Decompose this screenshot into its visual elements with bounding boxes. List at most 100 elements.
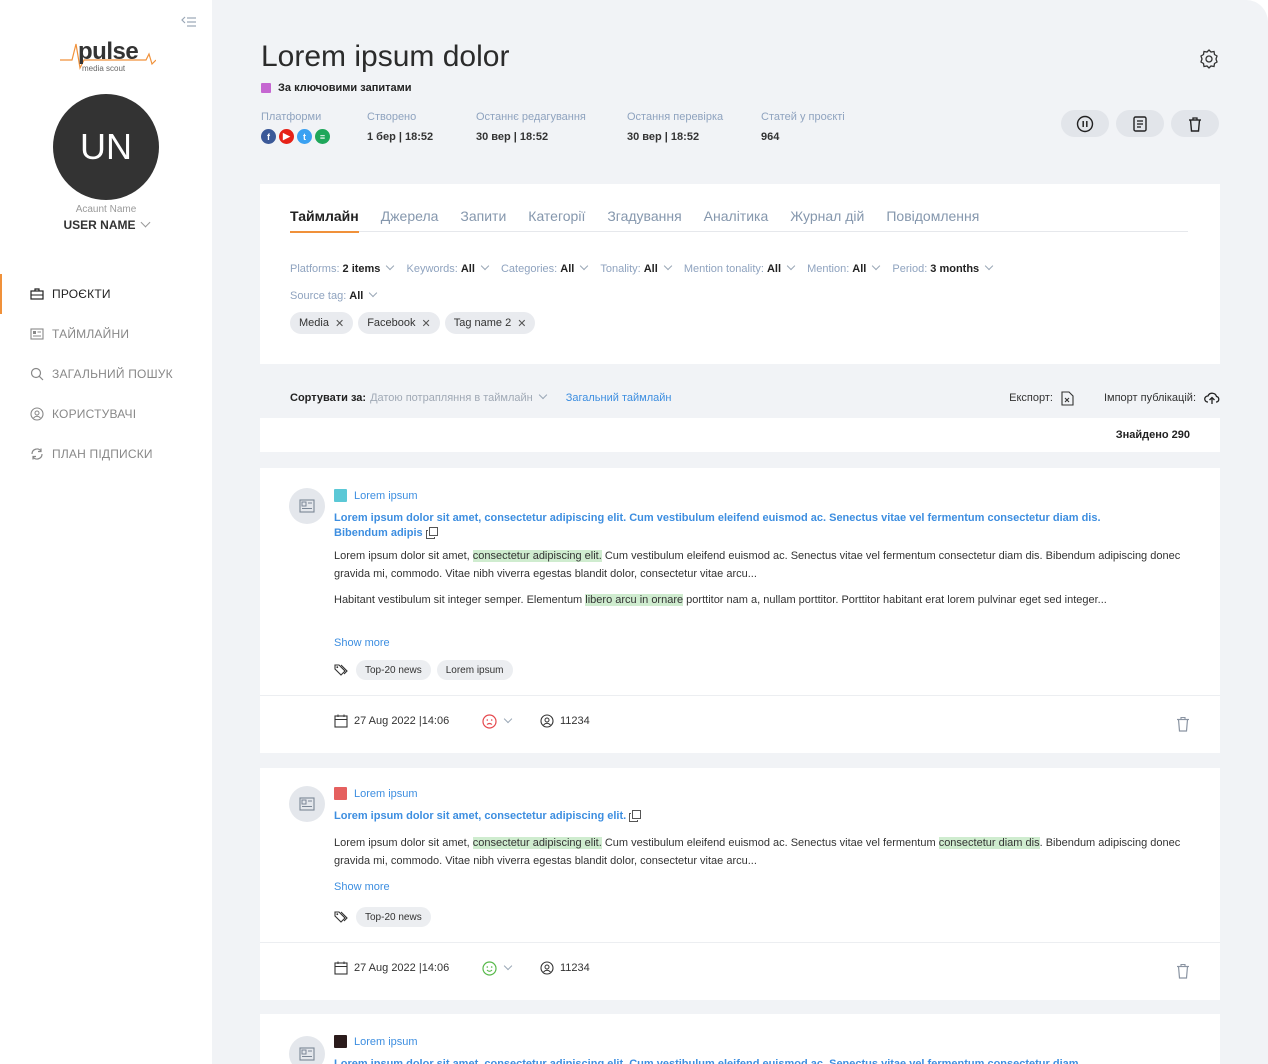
search-icon bbox=[30, 367, 44, 381]
cloud-upload-icon[interactable] bbox=[1204, 391, 1220, 405]
chevron-down-icon bbox=[503, 961, 513, 970]
filter-value: All bbox=[349, 290, 364, 302]
trash-icon bbox=[1177, 963, 1189, 979]
user-name-dropdown[interactable]: USER NAME bbox=[0, 217, 212, 232]
sidebar-item-label: КОРИСТУВАЧІ bbox=[52, 407, 137, 421]
delete-post-button[interactable] bbox=[1176, 963, 1190, 982]
report-button[interactable] bbox=[1116, 110, 1164, 137]
sidebar-item-label: ТАЙМЛАЙНИ bbox=[52, 327, 130, 341]
tonality-dropdown[interactable] bbox=[482, 714, 513, 729]
sort-dropdown[interactable]: Датою потрапляння в таймлайн bbox=[370, 390, 547, 404]
general-timeline-link[interactable]: Загальний таймлайн bbox=[566, 392, 672, 404]
post-excerpt: Lorem ipsum dolor sit amet, consectetur … bbox=[334, 547, 1184, 583]
tab-timeline[interactable]: Таймлайн bbox=[290, 208, 359, 233]
filter-value: All bbox=[643, 263, 658, 275]
meta-label: Останнє редагування bbox=[476, 111, 586, 123]
delete-project-button[interactable] bbox=[1171, 110, 1219, 137]
sidebar-item-users[interactable]: КОРИСТУВАЧІ bbox=[0, 394, 212, 434]
gear-icon[interactable] bbox=[1198, 48, 1220, 70]
chevron-down-icon bbox=[386, 261, 395, 271]
tab-mentions[interactable]: Згадування bbox=[607, 208, 681, 232]
user-icon bbox=[540, 961, 554, 975]
filter-value: All bbox=[852, 263, 867, 275]
filter-label: Source tag: bbox=[290, 290, 347, 302]
post-reach-value: 11234 bbox=[560, 715, 590, 727]
close-icon[interactable]: ✕ bbox=[422, 317, 431, 330]
tag-icon bbox=[334, 910, 350, 924]
article-icon bbox=[289, 488, 325, 524]
post-title[interactable]: Lorem ipsum dolor sit amet, consectetur … bbox=[334, 809, 1134, 824]
filter-mention-tonality[interactable]: Mention tonality: All bbox=[683, 256, 796, 283]
show-more-link[interactable]: Show more bbox=[334, 881, 390, 893]
tab-queries[interactable]: Запити bbox=[460, 208, 506, 232]
copy-icon[interactable] bbox=[629, 810, 642, 823]
chevron-down-icon bbox=[503, 714, 513, 723]
sidebar-item-timelines[interactable]: ТАЙМЛАЙНИ bbox=[0, 314, 212, 354]
user-icon bbox=[30, 407, 44, 421]
platform-icons: f ▶ t ≡ bbox=[261, 129, 330, 144]
post-title-text: Lorem ipsum dolor sit amet, consectetur … bbox=[334, 810, 627, 822]
tag-chip[interactable]: Top-20 news bbox=[356, 660, 431, 680]
filter-keywords[interactable]: Keywords: All bbox=[406, 256, 490, 283]
meta-value: 30 вер | 18:52 bbox=[627, 131, 700, 143]
tag-chip[interactable]: Lorem ipsum bbox=[436, 660, 513, 680]
source-link[interactable]: Lorem ipsum bbox=[334, 787, 418, 800]
filter-value: All bbox=[560, 263, 575, 275]
chevron-down-icon bbox=[480, 261, 490, 271]
filter-period[interactable]: Period: 3 months bbox=[892, 256, 994, 283]
post-excerpt: Habitant vestibulum sit integer semper. … bbox=[334, 591, 1184, 609]
tab-categories[interactable]: Категорії bbox=[528, 208, 585, 232]
filter-tonality[interactable]: Tonality: All bbox=[600, 256, 673, 283]
tag-icon bbox=[334, 663, 350, 677]
post-reach: 11234 bbox=[540, 961, 590, 975]
filter-source-tag[interactable]: Source tag: All bbox=[290, 283, 378, 310]
post-date: 27 Aug 2022 |14:06 bbox=[334, 961, 449, 975]
trash-icon bbox=[1189, 116, 1201, 132]
excel-export-icon[interactable] bbox=[1061, 390, 1074, 406]
trash-icon bbox=[1177, 716, 1189, 732]
tonality-dropdown[interactable] bbox=[482, 961, 513, 976]
source-name: Lorem ipsum bbox=[354, 787, 418, 800]
active-filter-chips: Media ✕ Facebook ✕ Tag name 2 ✕ bbox=[290, 312, 536, 334]
close-icon[interactable]: ✕ bbox=[335, 317, 344, 330]
highlight: consectetur adipiscing elit. bbox=[472, 550, 602, 562]
filter-label: Mention: bbox=[807, 263, 850, 275]
sidebar-item-subscription[interactable]: ПЛАН ПІДПИСКИ bbox=[0, 434, 212, 474]
project-tabs: Таймлайн Джерела Запити Категорії Згадув… bbox=[290, 208, 1188, 233]
tab-sources[interactable]: Джерела bbox=[381, 208, 439, 232]
filter-chip: Tag name 2 ✕ bbox=[444, 312, 536, 334]
filter-label: Period: bbox=[892, 263, 928, 275]
post-title-text: Lorem ipsum dolor sit amet, consectetur … bbox=[334, 512, 1101, 539]
tab-analytics[interactable]: Аналітика bbox=[704, 208, 769, 232]
copy-icon[interactable] bbox=[425, 527, 438, 540]
sidebar-item-projects[interactable]: ПРОЄКТИ bbox=[0, 274, 212, 314]
import-label: Імпорт публікацій: bbox=[1103, 392, 1196, 404]
meta-value: 30 вер | 18:52 bbox=[476, 131, 549, 143]
post-title[interactable]: Lorem ipsum dolor sit amet, consectetur … bbox=[334, 1057, 1194, 1064]
source-link[interactable]: Lorem ipsum bbox=[334, 489, 418, 502]
tab-action-log[interactable]: Журнал дій bbox=[790, 208, 864, 232]
avatar[interactable]: UN bbox=[53, 94, 159, 200]
filter-categories[interactable]: Categories: All bbox=[501, 256, 589, 283]
filter-label: Mention tonality: bbox=[683, 263, 764, 275]
collapse-sidebar-icon[interactable] bbox=[180, 14, 198, 30]
source-link[interactable]: Lorem ipsum bbox=[334, 1035, 418, 1048]
post-reach-value: 11234 bbox=[560, 962, 590, 974]
tab-notifications[interactable]: Повідомлення bbox=[886, 208, 979, 232]
filter-mention[interactable]: Mention: All bbox=[807, 256, 881, 283]
meta-label: Створено bbox=[367, 111, 417, 123]
show-more-link[interactable]: Show more bbox=[334, 637, 390, 649]
tag-chip[interactable]: Top-20 news bbox=[356, 907, 431, 927]
filter-platforms[interactable]: Platforms: 2 items bbox=[290, 256, 395, 283]
delete-post-button[interactable] bbox=[1176, 716, 1190, 735]
filter-label: Keywords: bbox=[406, 263, 458, 275]
post-title[interactable]: Lorem ipsum dolor sit amet, consectetur … bbox=[334, 511, 1134, 541]
post-tags: Top-20 news Lorem ipsum bbox=[334, 660, 513, 680]
article-icon bbox=[289, 1036, 325, 1064]
sidebar-item-search[interactable]: ЗАГАЛЬНИЙ ПОШУК bbox=[0, 354, 212, 394]
text: porttitor nam a, nullam porttitor. Portt… bbox=[683, 594, 1107, 606]
close-icon[interactable]: ✕ bbox=[517, 317, 526, 330]
pause-button[interactable] bbox=[1061, 110, 1109, 137]
youtube-icon: ▶ bbox=[279, 129, 294, 144]
post-reach: 11234 bbox=[540, 714, 590, 728]
